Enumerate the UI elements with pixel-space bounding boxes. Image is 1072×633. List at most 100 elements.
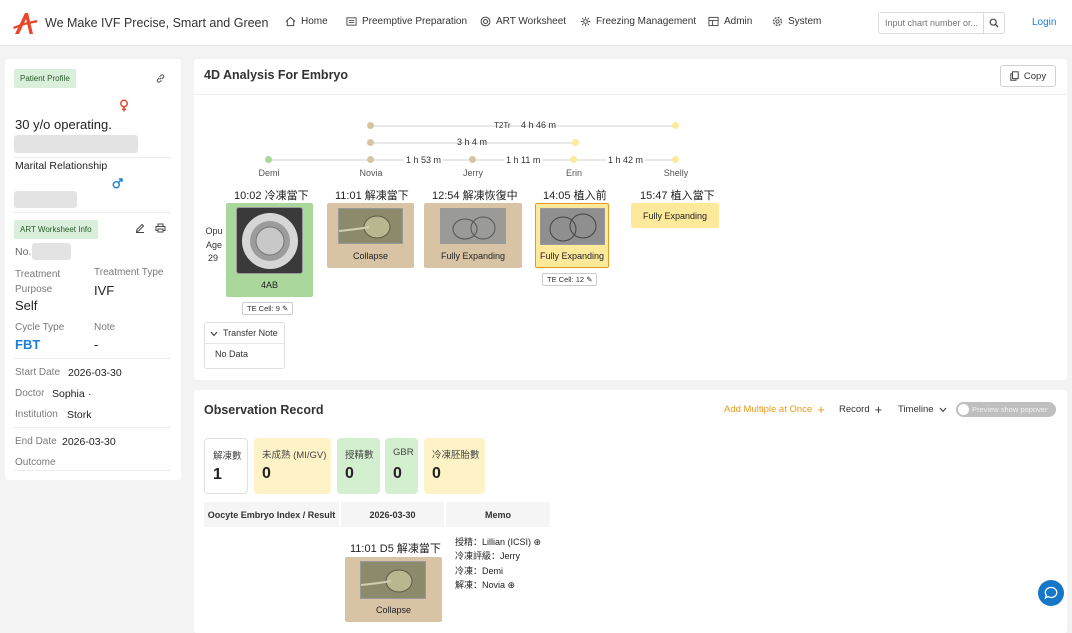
- target-icon: [480, 16, 491, 27]
- nav-system[interactable]: System: [772, 16, 821, 27]
- link-icon[interactable]: [155, 73, 166, 84]
- plus-icon: +: [817, 401, 825, 417]
- embryo-card[interactable]: 4AB: [226, 203, 313, 297]
- art-worksheet-tag: ART Worksheet Info: [14, 220, 98, 239]
- embryo-caption: 4AB: [260, 280, 278, 290]
- embryo-card[interactable]: Fully Expanding: [631, 203, 719, 228]
- treatment-type-label: Treatment Type: [94, 267, 164, 278]
- record-label: Record: [839, 404, 870, 415]
- opu-age-label: Opu Age: [205, 226, 223, 250]
- nav-home-label: Home: [301, 16, 328, 27]
- timeline-dot: [672, 122, 679, 129]
- marital-label: Marital Relationship: [15, 160, 108, 172]
- cycle-type-label: Cycle Type: [15, 322, 65, 333]
- timeline-name: Erin: [565, 168, 582, 178]
- institution-value: Stork: [67, 409, 92, 421]
- nav-home[interactable]: Home: [285, 16, 328, 27]
- nav-freezing-management-label: Freezing Management: [596, 16, 697, 27]
- add-multiple-label: Add Multiple at Once: [724, 404, 813, 415]
- timeline-name: Shelly: [663, 168, 689, 178]
- transfer-note-value: No Data: [215, 349, 249, 359]
- copy-button[interactable]: Copy: [1000, 65, 1056, 87]
- record-button[interactable]: Record +: [839, 403, 882, 416]
- t2tr-label: T2Tr: [494, 121, 511, 130]
- embryo-caption: Collapse: [352, 251, 389, 261]
- opu-age-value: 29: [208, 253, 219, 263]
- outcome-label: Outcome: [15, 457, 56, 468]
- event-time: 15:47 植入當下: [640, 190, 715, 202]
- toggle-knob: [958, 404, 969, 415]
- embryo-image: [360, 561, 426, 599]
- nav-art-worksheet-label: ART Worksheet: [496, 16, 567, 27]
- stat-value: 0: [262, 465, 271, 482]
- institution-label: Institution: [15, 409, 58, 420]
- stat-thawed: 解凍數 1: [204, 438, 248, 494]
- copy-icon: [1010, 71, 1019, 81]
- span-duration: 3 h 4 m: [457, 137, 488, 147]
- divider: [14, 212, 171, 213]
- embryo-photo: [452, 216, 496, 240]
- stat-frozen-embryos: 冷凍胚胎數 0: [424, 438, 485, 494]
- embryo-caption: Collapse: [375, 605, 412, 615]
- timeline-dropdown[interactable]: Timeline: [898, 404, 947, 415]
- memo-text: 授精：Lillian (ICSI): [455, 537, 532, 547]
- add-multiple-button[interactable]: Add Multiple at Once +: [724, 401, 825, 417]
- te-cell-badge[interactable]: TE Cell: 9 ✎: [242, 302, 294, 315]
- redacted-partner: [14, 191, 77, 208]
- print-icon[interactable]: [155, 223, 166, 233]
- login-link[interactable]: Login: [1032, 17, 1056, 28]
- grid-icon: [708, 16, 719, 27]
- female-icon: [120, 99, 128, 112]
- start-date-label: Start Date: [15, 367, 61, 378]
- divider: [14, 427, 171, 428]
- top-bar: We Make IVF Precise, Smart and Green Hom…: [0, 0, 1072, 46]
- timeline-dot: [469, 156, 476, 163]
- treatment-purpose-label: Treatment Purpose: [15, 269, 61, 295]
- column-header: Memo: [446, 502, 550, 527]
- home-icon: [285, 16, 296, 27]
- embryo-photo: [549, 213, 597, 242]
- embryo-image: [338, 208, 403, 244]
- start-date-value: 2026-03-30: [68, 367, 122, 379]
- stat-label: 未成熟 (MI/GV): [262, 450, 327, 461]
- divider: [14, 470, 171, 471]
- nav-freezing-management[interactable]: Freezing Management: [580, 16, 696, 27]
- chat-button[interactable]: [1038, 580, 1064, 606]
- stat-immature: 未成熟 (MI/GV) 0: [254, 438, 331, 494]
- te-cell-badge[interactable]: TE Cell: 12 ✎: [542, 273, 598, 286]
- event-time: 10:02 冷凍當下: [234, 190, 309, 202]
- redacted-name: [14, 135, 138, 153]
- cycle-type-value: FBT: [15, 337, 41, 352]
- search-input[interactable]: [885, 18, 983, 28]
- embryo-card[interactable]: Fully Expanding: [535, 203, 609, 268]
- timeline-dot: [265, 156, 272, 163]
- timeline-label: Timeline: [898, 404, 934, 415]
- nav-preemptive-preparation-label: Preemptive Preparation: [362, 16, 468, 27]
- doctor-suffix: ·: [88, 388, 92, 400]
- stat-fertilized: 授精數 0: [337, 438, 380, 494]
- chart-search: [878, 12, 1005, 34]
- stat-value: 0: [345, 465, 354, 482]
- no-label: No.: [15, 246, 32, 258]
- event-time: 12:54 解凍恢復中: [432, 190, 518, 202]
- preview-toggle-label: Preview show popover: [972, 405, 1048, 414]
- te-cell-text: TE Cell: 9: [247, 304, 280, 313]
- nav-system-label: System: [788, 16, 822, 27]
- column-header: 2026-03-30: [341, 502, 444, 527]
- embryo-card[interactable]: Fully Expanding: [424, 203, 522, 268]
- preview-toggle[interactable]: Preview show popover: [956, 402, 1056, 417]
- timeline-dot: [367, 139, 374, 146]
- embryo-card[interactable]: Collapse: [345, 557, 442, 622]
- logo-icon[interactable]: [12, 10, 38, 36]
- nav-art-worksheet[interactable]: ART Worksheet: [480, 16, 566, 27]
- nav-preemptive-preparation[interactable]: Preemptive Preparation: [346, 16, 467, 27]
- embryo-caption: Fully Expanding: [539, 251, 605, 261]
- transfer-note[interactable]: Transfer Note No Data: [204, 322, 285, 369]
- embryo-card[interactable]: Collapse: [327, 203, 414, 268]
- nav-admin[interactable]: Admin: [708, 16, 752, 27]
- search-button[interactable]: [983, 13, 1004, 33]
- edit-icon[interactable]: [135, 223, 145, 233]
- timeline-dot: [367, 122, 374, 129]
- patient-age-text: 30 y/o operating.: [15, 117, 112, 132]
- timeline-name: Novia: [359, 168, 383, 178]
